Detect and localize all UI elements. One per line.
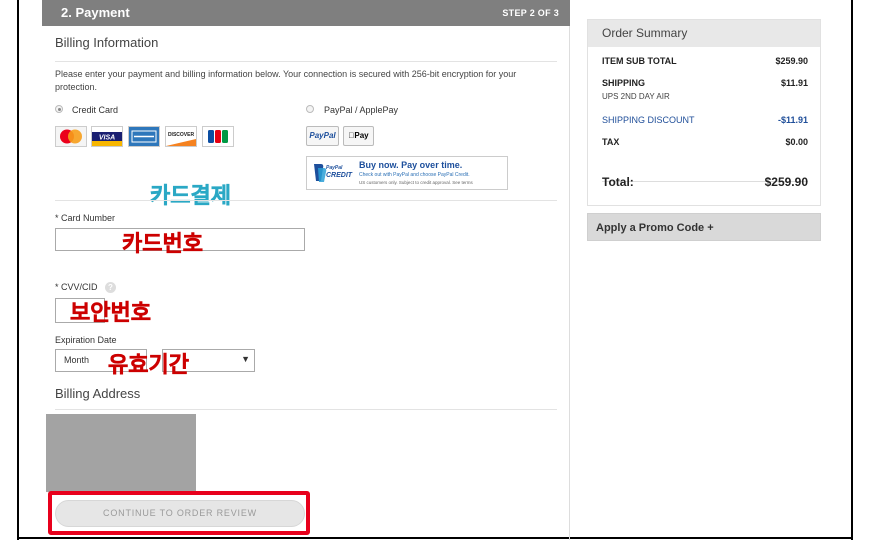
svg-text:DISCOVER: DISCOVER	[168, 132, 195, 138]
card-number-label: * Card Number	[55, 213, 116, 223]
total-label: Total:	[602, 175, 634, 189]
shipping-discount-value: -$11.91	[777, 115, 808, 125]
step-indicator: STEP 2 OF 3	[502, 8, 559, 18]
applepay-button[interactable]: Pay	[343, 126, 374, 146]
month-value: Month	[64, 355, 90, 365]
credit-card-label[interactable]: Credit Card	[72, 105, 118, 115]
expiration-label: Expiration Date	[55, 335, 117, 345]
paypal-credit-logo-icon: PayPal CREDIT	[310, 162, 354, 184]
discover-icon: DISCOVER	[165, 126, 197, 147]
frame-border-left	[17, 0, 19, 540]
jcb-icon	[202, 126, 234, 147]
annotation-card-number: 카드번호	[122, 232, 203, 258]
help-icon[interactable]: ?	[105, 282, 116, 293]
amex-icon	[128, 126, 160, 147]
promo-label: Apply a Promo Code +	[596, 222, 714, 234]
total-value: $259.90	[764, 175, 808, 189]
continue-to-order-review-button[interactable]: CONTINUE TO ORDER REVIEW	[55, 500, 305, 527]
payment-title: 2. Payment	[61, 5, 130, 20]
shipping-method: UPS 2ND DAY AIR	[602, 92, 670, 101]
annotation-card-payment: 카드결제	[150, 184, 231, 210]
order-summary-title: Order Summary	[602, 26, 688, 40]
item-subtotal-value: $259.90	[775, 56, 808, 66]
payment-header: 2. Payment STEP 2 OF 3	[42, 0, 570, 26]
mastercard-icon	[55, 126, 87, 147]
order-summary-panel: Order Summary ITEM SUB TOTAL $259.90 SHI…	[587, 19, 821, 206]
divider	[55, 200, 557, 201]
frame-border-right	[851, 0, 853, 540]
paypal-credit-headline: Buy now. Pay over time.	[359, 160, 463, 170]
billing-intro-text: Please enter your payment and billing in…	[55, 69, 517, 92]
tax-label: TAX	[602, 137, 620, 147]
tax-value: $0.00	[785, 137, 808, 147]
chevron-down-icon: ▼	[241, 354, 250, 364]
paypal-credit-banner[interactable]: PayPal CREDIT Buy now. Pay over time. Ch…	[306, 156, 508, 190]
paypal-label[interactable]: PayPal / ApplePay	[324, 105, 398, 115]
paypal-button[interactable]: PayPal	[306, 126, 339, 146]
payment-panel: 2. Payment STEP 2 OF 3 Billing Informati…	[42, 0, 570, 540]
billing-info-title: Billing Information	[55, 35, 159, 50]
paypal-radio[interactable]	[306, 105, 314, 113]
redacted-area	[46, 414, 196, 492]
apply-promo-code-button[interactable]: Apply a Promo Code +	[587, 213, 821, 241]
paypal-credit-fine: US customers only. Subject to credit app…	[359, 180, 473, 185]
shipping-value: $11.91	[780, 78, 808, 88]
order-summary-header: Order Summary	[588, 20, 820, 47]
annotation-security-code: 보안번호	[70, 301, 151, 327]
shipping-label: SHIPPING	[602, 78, 646, 88]
svg-text:VISA: VISA	[99, 135, 115, 142]
cvv-label: * CVV/CID	[55, 282, 98, 292]
divider	[55, 409, 557, 410]
annotation-validity-period: 유효기간	[108, 353, 189, 379]
paypal-credit-sub: Check out with PayPal and choose PayPal …	[359, 172, 470, 178]
visa-icon: VISA	[91, 126, 123, 147]
shipping-discount-label: SHIPPING DISCOUNT	[602, 115, 695, 125]
credit-card-radio[interactable]	[55, 105, 63, 113]
item-subtotal-label: ITEM SUB TOTAL	[602, 56, 677, 66]
divider	[55, 61, 557, 62]
billing-address-title: Billing Address	[55, 386, 141, 401]
